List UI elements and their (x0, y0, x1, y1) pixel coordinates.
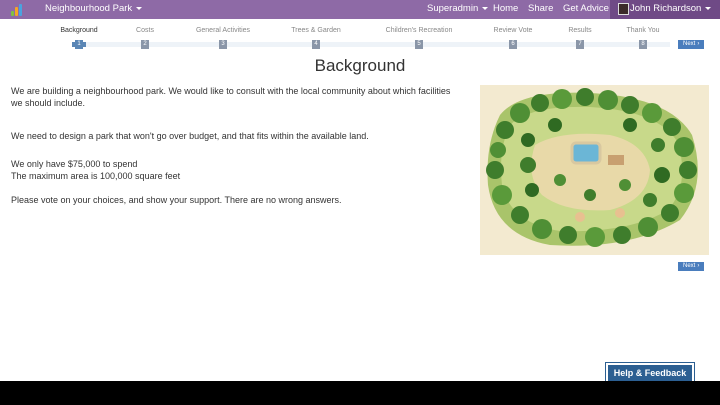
step-number[interactable]: 4 (312, 40, 320, 49)
nav-get-advice[interactable]: Get Advice (563, 3, 609, 14)
step-number[interactable]: 2 (141, 40, 149, 49)
avatar (618, 3, 629, 15)
step-number[interactable]: 6 (509, 40, 517, 49)
step-label-results[interactable]: Results (568, 27, 591, 34)
paragraph: Please vote on your choices, and show yo… (11, 195, 342, 205)
nav-share[interactable]: Share (528, 3, 553, 14)
step-label-childrens-recreation[interactable]: Children's Recreation (386, 27, 453, 34)
app-logo-icon[interactable] (11, 4, 25, 16)
wizard-steps: Background Costs General Activities Tree… (0, 20, 720, 52)
step-number[interactable]: 8 (639, 40, 647, 49)
step-number[interactable]: 1 (75, 40, 83, 49)
bottom-bar (0, 381, 720, 405)
page-title: Background (314, 56, 406, 75)
chevron-right-icon: › (697, 41, 700, 47)
step-label-trees-garden[interactable]: Trees & Garden (291, 27, 341, 34)
park-plan-image (480, 85, 709, 255)
step-label-thank-you[interactable]: Thank You (626, 27, 659, 34)
chevron-down-icon (705, 6, 712, 10)
chevron-right-icon: › (697, 263, 700, 269)
step-number[interactable]: 3 (219, 40, 227, 49)
step-number[interactable]: 7 (576, 40, 584, 49)
nav-home[interactable]: Home (493, 3, 518, 14)
step-number[interactable]: 5 (415, 40, 423, 49)
step-label-background[interactable]: Background (60, 27, 97, 34)
chevron-down-icon (482, 6, 489, 10)
paragraph: We need to design a park that won't go o… (11, 131, 369, 141)
brand-dropdown[interactable]: Neighbourhood Park (45, 3, 143, 14)
step-label-general-activities[interactable]: General Activities (196, 27, 250, 34)
next-button-bottom[interactable]: Next › (678, 262, 705, 271)
user-menu[interactable]: John Richardson (610, 0, 720, 19)
help-feedback-button[interactable]: Help & Feedback (605, 362, 695, 384)
paragraph: We only have $75,000 to spend (11, 159, 138, 169)
step-label-costs[interactable]: Costs (136, 27, 154, 34)
nav-superadmin[interactable]: Superadmin (427, 3, 489, 14)
paragraph: The maximum area is 100,000 square feet (11, 171, 181, 181)
user-name: John Richardson (630, 3, 702, 14)
paragraph: We are building a neighbourhood park. We… (11, 86, 451, 108)
chevron-down-icon (136, 6, 143, 10)
step-label-review-vote[interactable]: Review Vote (494, 27, 533, 34)
next-button-top[interactable]: Next › (678, 40, 705, 49)
top-navbar: Neighbourhood Park Superadmin Home Share… (0, 0, 720, 19)
